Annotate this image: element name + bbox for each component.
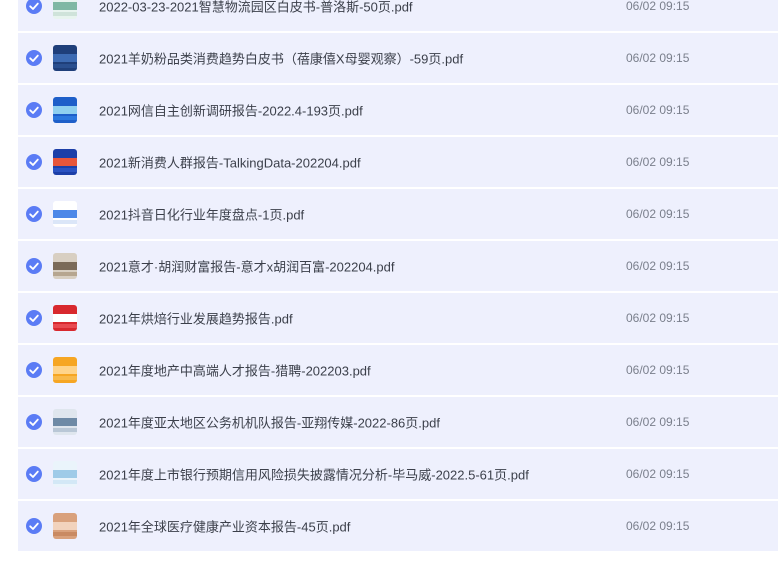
pdf-thumbnail-icon (53, 513, 77, 539)
checkbox-checked-icon[interactable] (26, 50, 42, 66)
pdf-thumbnail-icon (53, 305, 77, 331)
checkbox-checked-icon[interactable] (26, 154, 42, 170)
file-row[interactable]: 2021年度亚太地区公务机机队报告-亚翔传媒-2022-86页.pdf 06/02… (18, 397, 778, 448)
file-modified-time: 06/02 09:15 (626, 363, 690, 377)
file-modified-time: 06/02 09:15 (626, 259, 690, 273)
file-modified-time: 06/02 09:15 (626, 467, 690, 481)
file-name[interactable]: 2021意才·胡润财富报告-意才x胡润百富-202204.pdf (99, 257, 394, 276)
checkbox-checked-icon[interactable] (26, 518, 42, 534)
file-list: 2022-03-23-2021智慧物流园区白皮书-普洛斯-50页.pdf 06/0… (18, 0, 778, 571)
checkbox-checked-icon[interactable] (26, 362, 42, 378)
pdf-thumbnail-icon (53, 357, 77, 383)
pdf-thumbnail-icon (53, 201, 77, 227)
file-row[interactable]: 2021年全球医疗健康产业资本报告-45页.pdf 06/02 09:15 (18, 501, 778, 552)
file-name[interactable]: 2021羊奶粉品类消费趋势白皮书（蓓康僖X母婴观察）-59页.pdf (99, 49, 463, 68)
checkbox-checked-icon[interactable] (26, 466, 42, 482)
checkbox-checked-icon[interactable] (26, 310, 42, 326)
file-row[interactable]: 2021年度上市银行预期信用风险损失披露情况分析-毕马威-2022.5-61页.… (18, 449, 778, 500)
file-name[interactable]: 2021年度亚太地区公务机机队报告-亚翔传媒-2022-86页.pdf (99, 413, 440, 432)
file-modified-time: 06/02 09:15 (626, 519, 690, 533)
file-row[interactable]: 2021网信自主创新调研报告-2022.4-193页.pdf 06/02 09:1… (18, 85, 778, 136)
checkbox-checked-icon[interactable] (26, 206, 42, 222)
file-name[interactable]: 2021年度上市银行预期信用风险损失披露情况分析-毕马威-2022.5-61页.… (99, 465, 529, 484)
file-name[interactable]: 2021抖音日化行业年度盘点-1页.pdf (99, 205, 304, 224)
file-name[interactable]: 2022-03-23-2021智慧物流园区白皮书-普洛斯-50页.pdf (99, 0, 413, 16)
pdf-thumbnail-icon (53, 409, 77, 435)
checkbox-checked-icon[interactable] (26, 414, 42, 430)
file-modified-time: 06/02 09:15 (626, 51, 690, 65)
file-name[interactable]: 2021年度地产中高端人才报告-猎聘-202203.pdf (99, 361, 371, 380)
file-modified-time: 06/02 09:15 (626, 155, 690, 169)
file-modified-time: 06/02 09:15 (626, 415, 690, 429)
pdf-thumbnail-icon (53, 253, 77, 279)
checkbox-checked-icon[interactable] (26, 0, 42, 14)
file-row[interactable]: 2021意才·胡润财富报告-意才x胡润百富-202204.pdf 06/02 09… (18, 241, 778, 292)
pdf-thumbnail-icon (53, 461, 77, 487)
file-row[interactable]: 2021年度地产中高端人才报告-猎聘-202203.pdf 06/02 09:15 (18, 345, 778, 396)
file-name[interactable]: 2021网信自主创新调研报告-2022.4-193页.pdf (99, 101, 363, 120)
file-row[interactable]: 2021羊奶粉品类消费趋势白皮书（蓓康僖X母婴观察）-59页.pdf 06/02 … (18, 33, 778, 84)
file-name[interactable]: 2021年全球医疗健康产业资本报告-45页.pdf (99, 517, 350, 536)
file-modified-time: 06/02 09:15 (626, 207, 690, 221)
pdf-thumbnail-icon (53, 0, 77, 19)
file-row[interactable]: 2021抖音日化行业年度盘点-1页.pdf 06/02 09:15 (18, 189, 778, 240)
file-row[interactable]: 2021新消费人群报告-TalkingData-202204.pdf 06/02 … (18, 137, 778, 188)
pdf-thumbnail-icon (53, 149, 77, 175)
file-modified-time: 06/02 09:15 (626, 311, 690, 325)
pdf-thumbnail-icon (53, 45, 77, 71)
pdf-thumbnail-icon (53, 97, 77, 123)
file-modified-time: 06/02 09:15 (626, 103, 690, 117)
file-name[interactable]: 2021新消费人群报告-TalkingData-202204.pdf (99, 153, 361, 172)
checkbox-checked-icon[interactable] (26, 102, 42, 118)
file-name[interactable]: 2021年烘焙行业发展趋势报告.pdf (99, 309, 293, 328)
file-row[interactable]: 2022-03-23-2021智慧物流园区白皮书-普洛斯-50页.pdf 06/0… (18, 0, 778, 32)
file-modified-time: 06/02 09:15 (626, 0, 690, 13)
checkbox-checked-icon[interactable] (26, 258, 42, 274)
file-row[interactable]: 2021年烘焙行业发展趋势报告.pdf 06/02 09:15 (18, 293, 778, 344)
